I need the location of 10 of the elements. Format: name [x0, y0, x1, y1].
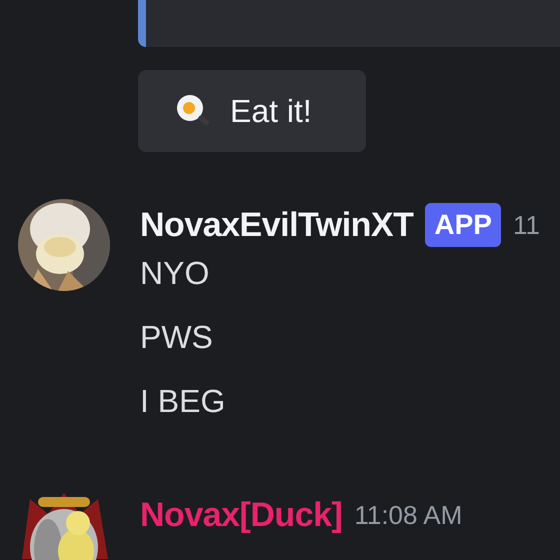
username[interactable]: Novax[Duck]: [140, 496, 342, 534]
fried-egg-icon: [176, 94, 210, 128]
message-text: I BEG: [140, 382, 226, 421]
username[interactable]: NovaxEvilTwinXT: [140, 206, 414, 244]
message-text: NYO: [140, 254, 210, 293]
timestamp: 11: [512, 210, 540, 240]
eat-it-button[interactable]: Eat it!: [138, 70, 366, 152]
app-badge: APP: [425, 203, 501, 247]
message-text: PWS: [140, 318, 214, 357]
timestamp: 11:08 AM: [354, 500, 462, 530]
